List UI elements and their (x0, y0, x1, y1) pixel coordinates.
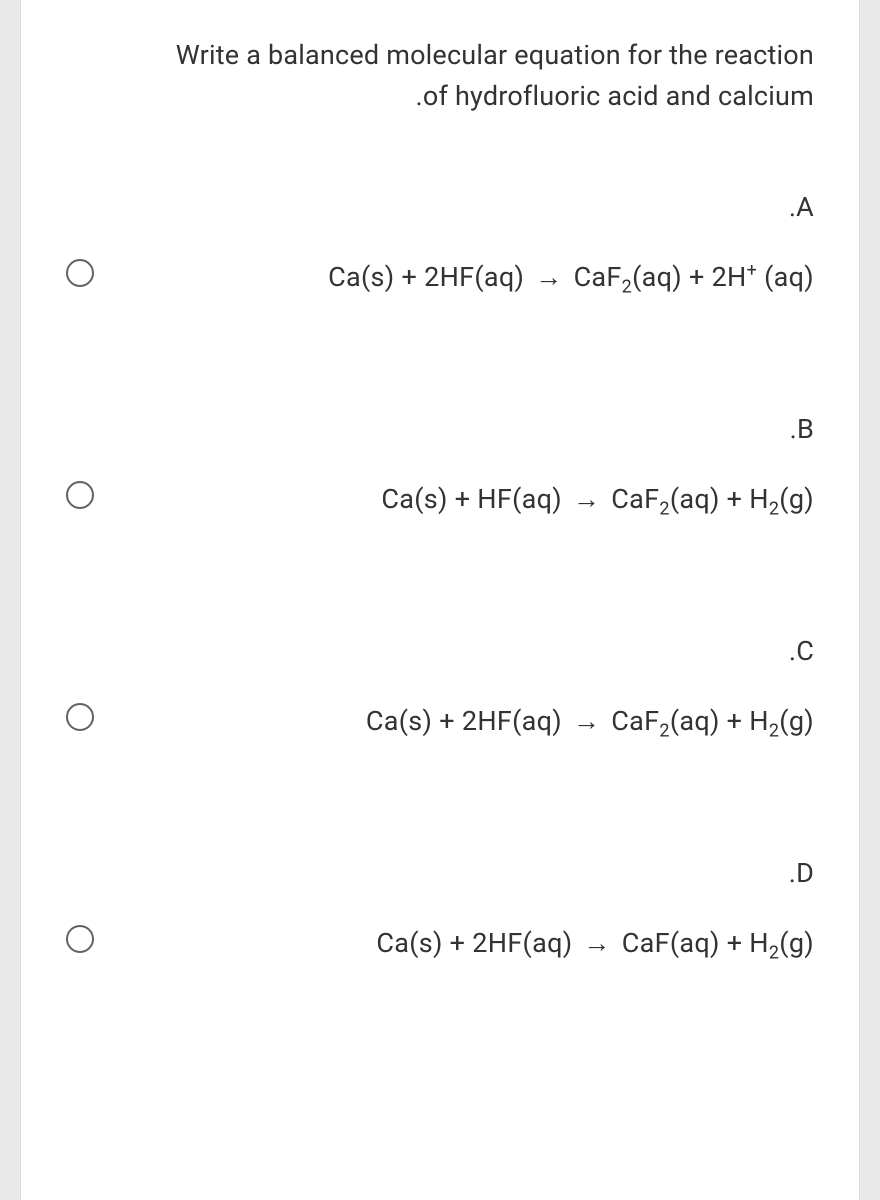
option-b-equation: Ca(s) + HF(aq) → CaF2(aq) + H2(g) (114, 483, 814, 515)
option-d-body: .D Ca(s) + 2HF(aq) → CaF(aq) + H2(g) (94, 857, 814, 959)
option-a-letter: .A (114, 191, 814, 223)
option-b-body: .B Ca(s) + HF(aq) → CaF2(aq) + H2(g) (94, 413, 814, 515)
radio-c[interactable] (66, 703, 94, 731)
option-c[interactable]: .C Ca(s) + 2HF(aq) → CaF2(aq) + H2(g) (66, 635, 814, 737)
option-a-equation: Ca(s) + 2HF(aq) → CaF2(aq) + 2H+ (aq) (114, 261, 814, 293)
question-text: Write a balanced molecular equation for … (66, 35, 814, 116)
question-card: Write a balanced molecular equation for … (20, 0, 860, 1200)
radio-d[interactable] (66, 925, 94, 953)
option-c-letter: .C (114, 635, 814, 667)
radio-a[interactable] (66, 259, 94, 287)
option-d-letter: .D (114, 857, 814, 889)
option-b[interactable]: .B Ca(s) + HF(aq) → CaF2(aq) + H2(g) (66, 413, 814, 515)
option-a-body: .A Ca(s) + 2HF(aq) → CaF2(aq) + 2H+ (aq) (94, 191, 814, 293)
question-line1: Write a balanced molecular equation for … (176, 39, 814, 71)
option-a[interactable]: .A Ca(s) + 2HF(aq) → CaF2(aq) + 2H+ (aq) (66, 191, 814, 293)
option-b-letter: .B (114, 413, 814, 445)
option-d[interactable]: .D Ca(s) + 2HF(aq) → CaF(aq) + H2(g) (66, 857, 814, 959)
option-d-equation: Ca(s) + 2HF(aq) → CaF(aq) + H2(g) (114, 927, 814, 959)
option-c-equation: Ca(s) + 2HF(aq) → CaF2(aq) + H2(g) (114, 705, 814, 737)
radio-b[interactable] (66, 481, 94, 509)
question-line2: .of hydrofluoric acid and calcium (416, 80, 814, 112)
option-c-body: .C Ca(s) + 2HF(aq) → CaF2(aq) + H2(g) (94, 635, 814, 737)
